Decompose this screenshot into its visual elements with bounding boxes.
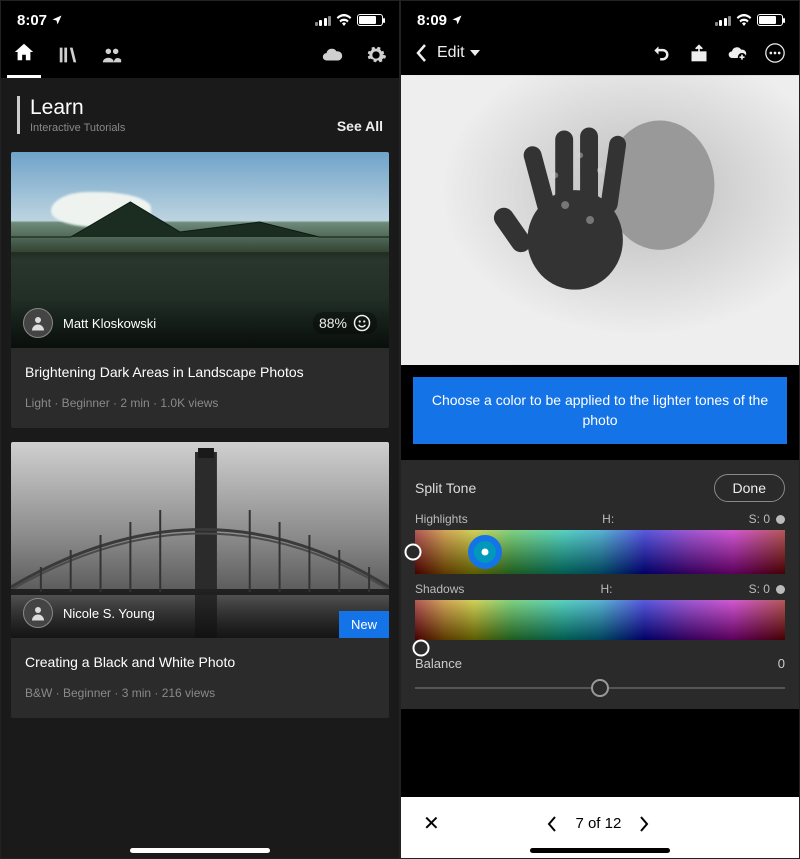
top-nav — [1, 35, 399, 78]
learn-subtitle: Interactive Tutorials — [30, 122, 125, 134]
chevron-down-icon — [470, 50, 480, 56]
tab-home[interactable] — [13, 41, 35, 68]
sat-label: S: 0 — [749, 582, 770, 596]
undo-icon[interactable] — [651, 43, 671, 63]
smiley-icon — [353, 314, 371, 332]
photo-preview[interactable] — [401, 75, 799, 365]
card-title: Creating a Black and White Photo — [11, 638, 389, 676]
signal-icon — [315, 14, 332, 26]
prev-step[interactable] — [547, 816, 557, 832]
library-icon[interactable] — [57, 44, 79, 66]
hint-banner: Choose a color to be applied to the ligh… — [413, 377, 787, 444]
shadows-spectrum[interactable] — [415, 600, 785, 640]
balance-label: Balance — [415, 656, 462, 671]
gear-icon[interactable] — [365, 44, 387, 66]
card-rating: 88% — [313, 312, 377, 334]
tutorial-card[interactable]: Nicole S. Young New Creating a Black and… — [11, 442, 389, 718]
tutorial-image: Nicole S. Young New — [11, 442, 389, 638]
status-time: 8:07 — [17, 12, 47, 29]
highlights-handle[interactable] — [405, 544, 422, 561]
home-indicator[interactable] — [130, 848, 270, 853]
avatar — [23, 598, 53, 628]
sat-dot — [776, 515, 785, 524]
learn-title: Learn — [30, 96, 125, 120]
signal-icon — [715, 14, 732, 26]
sat-dot — [776, 585, 785, 594]
card-tags: Light · Beginner · 2 min · 1.0K views — [11, 386, 389, 428]
wifi-icon — [336, 14, 352, 26]
edit-topbar: Edit — [401, 35, 799, 75]
edit-screen: 8:09 Edit — [400, 0, 800, 859]
card-author: Matt Kloskowski — [23, 308, 156, 338]
location-arrow-icon — [51, 14, 63, 26]
status-bar: 8:09 — [401, 1, 799, 35]
card-tags: B&W · Beginner · 3 min · 216 views — [11, 676, 389, 718]
highlights-color-picker[interactable] — [468, 535, 502, 569]
avatar — [23, 308, 53, 338]
author-name: Nicole S. Young — [63, 606, 155, 621]
new-badge: New — [339, 611, 389, 638]
location-arrow-icon — [451, 14, 463, 26]
tutorial-card[interactable]: Matt Kloskowski 88% Brightening Dark Are… — [11, 152, 389, 428]
card-title: Brightening Dark Areas in Landscape Phot… — [11, 348, 389, 386]
next-step[interactable] — [639, 816, 649, 832]
battery-icon — [357, 14, 383, 26]
cloud-add-icon[interactable] — [727, 43, 747, 63]
balance-value: 0 — [778, 656, 785, 671]
balance-slider[interactable] — [415, 675, 785, 701]
learn-screen: 8:07 Learn — [0, 0, 400, 859]
highlights-spectrum[interactable] — [415, 530, 785, 574]
split-tone-panel: Split Tone Done Highlights H: S: 0 Shado… — [401, 460, 799, 709]
author-name: Matt Kloskowski — [63, 316, 156, 331]
shadows-label: Shadows — [415, 582, 464, 596]
back-icon[interactable] — [415, 43, 427, 63]
more-icon[interactable] — [765, 43, 785, 63]
card-author: Nicole S. Young — [23, 598, 155, 628]
wifi-icon — [736, 14, 752, 26]
cloud-icon[interactable] — [321, 44, 343, 66]
screen-body: Learn Interactive Tutorials See All — [1, 78, 399, 858]
status-time: 8:09 — [417, 12, 447, 29]
highlights-label: Highlights — [415, 512, 468, 526]
home-indicator[interactable] — [530, 848, 670, 853]
panel-title: Split Tone — [415, 480, 476, 496]
hue-label: H: — [602, 512, 614, 526]
balance-thumb[interactable] — [591, 679, 609, 697]
see-all-link[interactable]: See All — [337, 118, 383, 134]
step-counter: 7 of 12 — [575, 815, 621, 832]
learn-header: Learn Interactive Tutorials See All — [1, 78, 399, 144]
home-icon — [13, 41, 35, 63]
battery-icon — [757, 14, 783, 26]
status-bar: 8:07 — [1, 1, 399, 35]
close-button[interactable]: ✕ — [423, 811, 440, 836]
done-button[interactable]: Done — [714, 474, 785, 502]
sat-label: S: 0 — [749, 512, 770, 526]
share-icon[interactable] — [689, 43, 709, 63]
tutorial-image: Matt Kloskowski 88% — [11, 152, 389, 348]
edit-mode-dropdown[interactable]: Edit — [437, 44, 480, 62]
hue-label: H: — [601, 582, 613, 596]
shadows-handle[interactable] — [413, 640, 430, 657]
people-icon[interactable] — [101, 44, 123, 66]
